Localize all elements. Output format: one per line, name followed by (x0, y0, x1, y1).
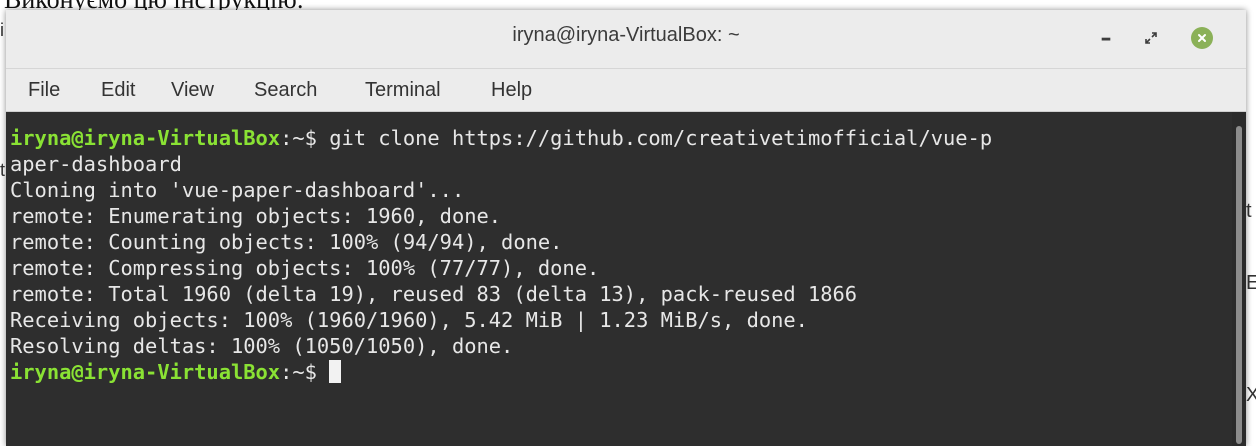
output-line: Cloning into 'vue-paper-dashboard'... (10, 178, 465, 202)
prompt-path: :~$ (280, 360, 330, 384)
output-line: remote: Total 1960 (delta 19), reused 83… (10, 282, 858, 306)
text-cursor (329, 360, 342, 383)
command-text: git clone https://github.com/creativetim… (329, 126, 993, 150)
close-icon (1191, 27, 1213, 49)
output-line: Receiving objects: 100% (1960/1960), 5.4… (10, 308, 808, 332)
prompt-user: iryna@iryna-VirtualBox (10, 126, 281, 150)
window-title: iryna@iryna-VirtualBox: ~ (512, 24, 740, 46)
maximize-icon (1144, 31, 1158, 45)
vertical-scrollbar[interactable] (1232, 112, 1246, 446)
minimize-icon: – (1100, 25, 1112, 51)
prompt-user: iryna@iryna-VirtualBox (10, 360, 281, 384)
close-button[interactable] (1187, 23, 1217, 53)
command-line: iryna@iryna-VirtualBox:~$ git clone http… (10, 125, 992, 151)
background-window-edge-text: t (1246, 200, 1256, 223)
output-line: remote: Enumerating objects: 1960, done. (10, 204, 502, 228)
menu-bar: File Edit View Search Terminal Help (6, 69, 1246, 112)
screenshot-page: Виконуємо цю інструкцію: t E X i t iryna… (0, 0, 1256, 446)
terminal-output-area[interactable]: iryna@iryna-VirtualBox:~$ git clone http… (6, 112, 1232, 446)
menu-view[interactable]: View (171, 79, 214, 102)
terminal-window: iryna@iryna-VirtualBox: ~ – File Edit Vi… (6, 10, 1246, 446)
menu-search[interactable]: Search (254, 79, 317, 102)
menu-help[interactable]: Help (491, 79, 532, 102)
minimize-button[interactable]: – (1091, 23, 1121, 53)
output-line: remote: Compressing objects: 100% (77/77… (10, 256, 600, 280)
menu-edit[interactable]: Edit (101, 79, 135, 102)
output-line: Resolving deltas: 100% (1050/1050), done… (10, 334, 514, 358)
scrollbar-thumb[interactable] (1236, 126, 1242, 444)
background-window-edge-text: E (1246, 272, 1256, 295)
menu-file[interactable]: File (28, 79, 60, 102)
maximize-button[interactable] (1136, 23, 1166, 53)
title-bar[interactable]: iryna@iryna-VirtualBox: ~ – (6, 10, 1246, 69)
prompt-path: :~$ (280, 126, 330, 150)
menu-terminal[interactable]: Terminal (365, 79, 441, 102)
command-wrap-line: aper-dashboard (10, 152, 182, 176)
output-line: remote: Counting objects: 100% (94/94), … (10, 230, 563, 254)
background-window-edge-text: X (1246, 384, 1256, 407)
prompt-line: iryna@iryna-VirtualBox:~$ (10, 359, 342, 385)
